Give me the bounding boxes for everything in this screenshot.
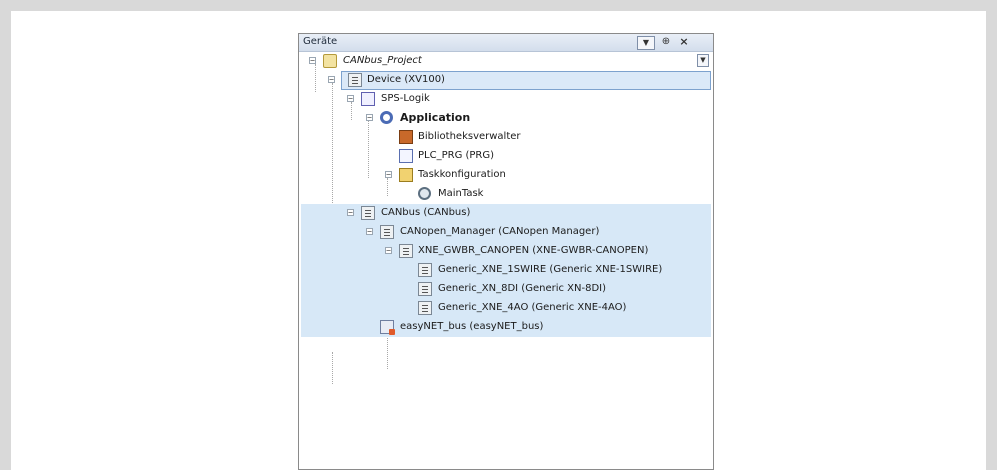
tree-item-plc-prg[interactable]: PLC_PRG (PRG) — [301, 147, 711, 166]
task-config-icon — [399, 168, 413, 182]
tree-item-label: SPS-Logik — [381, 93, 430, 104]
tree-item-main-task[interactable]: MainTask — [301, 185, 711, 204]
library-icon — [399, 130, 413, 144]
tree-item-label: XNE_GWBR_CANOPEN (XNE-GWBR-CANOPEN) — [418, 245, 649, 256]
collapse-icon[interactable]: − — [366, 114, 373, 122]
tree-item-xne-gwbr[interactable]: − XNE_GWBR_CANOPEN (XNE-GWBR-CANOPEN) — [301, 242, 711, 261]
collapse-icon[interactable]: − — [366, 228, 373, 236]
panel-menu-dropdown-icon[interactable]: ▼ — [637, 36, 655, 50]
tree-item-label: Generic_XN_8DI (Generic XN-8DI) — [438, 283, 607, 294]
easynet-icon — [380, 320, 395, 335]
collapse-icon[interactable]: − — [328, 76, 335, 84]
device-icon — [418, 301, 432, 315]
tree-item-label: CANbus (CANbus) — [381, 207, 471, 218]
collapse-icon[interactable]: − — [347, 95, 354, 103]
tree-item-label: easyNET_bus (easyNET_bus) — [400, 321, 544, 332]
tree-connector — [332, 352, 333, 384]
tree-item-label: Device (XV100) — [367, 74, 445, 85]
tree-item-label: Generic_XNE_4AO (Generic XNE-4AO) — [438, 302, 627, 313]
tree-item-sps-logic[interactable]: − SPS-Logik — [301, 90, 711, 109]
device-icon — [361, 206, 375, 220]
close-icon[interactable]: × — [677, 35, 691, 49]
program-icon — [399, 149, 413, 163]
task-icon — [418, 187, 431, 200]
tree-item-generic-8di[interactable]: Generic_XN_8DI (Generic XN-8DI) — [301, 280, 711, 299]
project-icon — [323, 54, 337, 68]
tree-item-generic-1swire[interactable]: Generic_XNE_1SWIRE (Generic XNE-1SWIRE) — [301, 261, 711, 280]
pin-icon[interactable]: ⊕ — [659, 35, 673, 49]
application-icon — [380, 111, 393, 124]
device-icon — [418, 282, 432, 296]
tree-item-label: CANopen_Manager (CANopen Manager) — [400, 226, 600, 237]
tree-item-label: PLC_PRG (PRG) — [418, 150, 495, 161]
tree-item-task-config[interactable]: − Taskkonfiguration — [301, 166, 711, 185]
collapse-icon[interactable]: − — [347, 209, 354, 217]
device-icon — [380, 225, 394, 239]
project-dropdown-icon[interactable]: ▼ — [697, 54, 709, 67]
tree-item-library-manager[interactable]: Bibliotheksverwalter — [301, 128, 711, 147]
device-icon — [399, 244, 413, 258]
panel-titlebar: Geräte ▼ ⊕ × — [299, 34, 713, 52]
device-icon — [418, 263, 432, 277]
tree-item-application[interactable]: − Application — [301, 109, 711, 128]
collapse-icon[interactable]: − — [309, 57, 316, 65]
panel-title: Geräte — [303, 36, 338, 47]
tree-item-canopen-manager[interactable]: − CANopen_Manager (CANopen Manager) — [301, 223, 711, 242]
tree-item-device[interactable]: Device (XV100) — [341, 71, 711, 90]
tree-item-label: MainTask — [438, 188, 484, 199]
tree-item-project[interactable]: − CANbus_Project ▼ — [301, 52, 711, 71]
tree-item-label: Generic_XNE_1SWIRE (Generic XNE-1SWIRE) — [438, 264, 663, 275]
device-icon — [348, 73, 362, 87]
tree-item-label: CANbus_Project — [343, 55, 422, 66]
collapse-icon[interactable]: − — [385, 247, 392, 255]
tree-item-canbus[interactable]: − CANbus (CANbus) — [301, 204, 711, 223]
tree-item-label: Application — [400, 111, 471, 124]
tree-item-generic-4ao[interactable]: Generic_XNE_4AO (Generic XNE-4AO) — [301, 299, 711, 318]
devices-panel: Geräte ▼ ⊕ × − CANbus_Project ▼ Device (… — [298, 33, 714, 470]
logic-icon — [361, 92, 375, 106]
collapse-icon[interactable]: − — [385, 171, 392, 179]
tree-item-easynet[interactable]: easyNET_bus (easyNET_bus) — [301, 318, 711, 337]
tree-item-label: Bibliotheksverwalter — [418, 131, 521, 142]
tree-item-label: Taskkonfiguration — [418, 169, 506, 180]
